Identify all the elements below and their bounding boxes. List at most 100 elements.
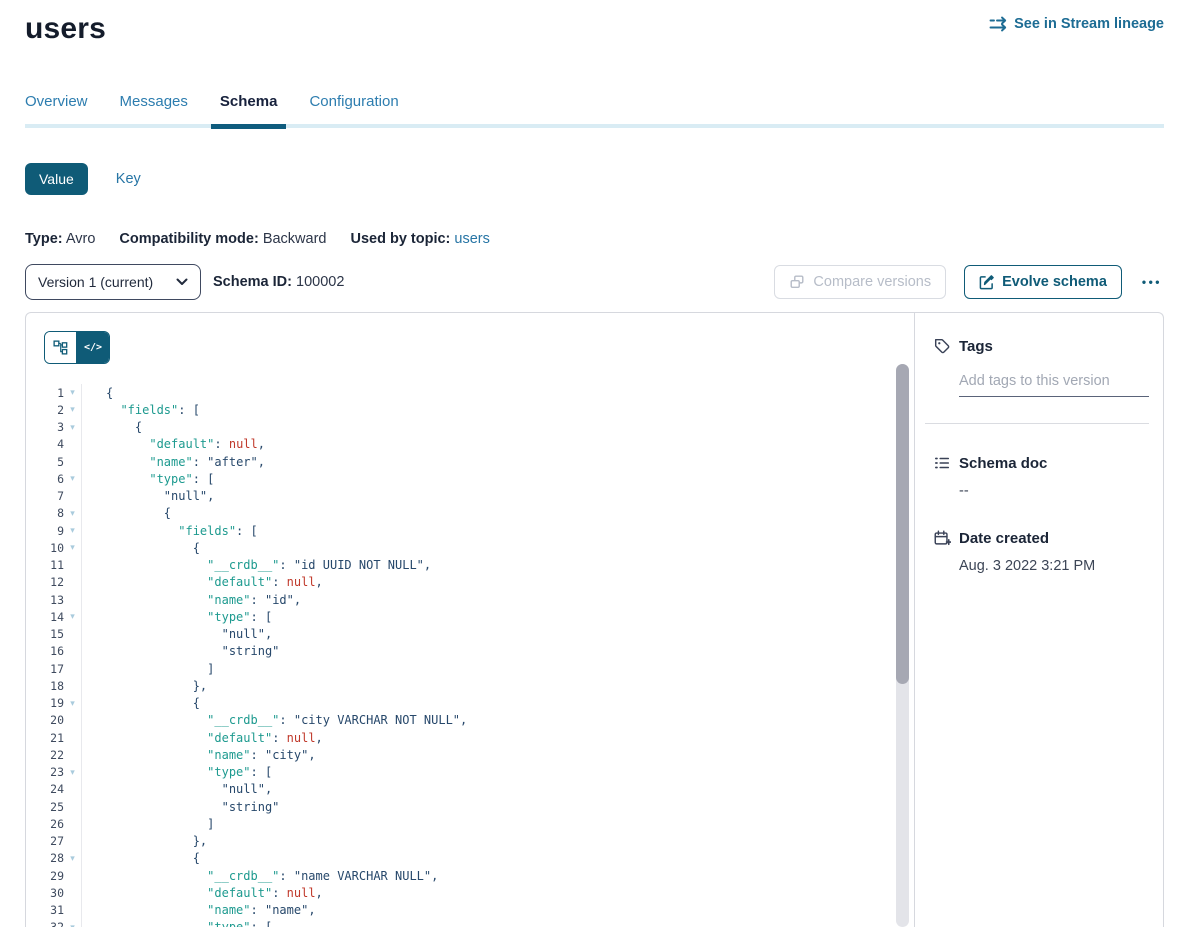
tab-schema[interactable]: Schema xyxy=(220,93,278,110)
line-number: 26 xyxy=(26,817,64,831)
fold-toggle-icon[interactable]: ▾ xyxy=(64,525,81,536)
topic-link[interactable]: users xyxy=(454,231,489,247)
code-line-row: 13 "name": "id", xyxy=(26,591,914,608)
code-line-row: 18 }, xyxy=(26,677,914,694)
schema-code-editor[interactable]: 1▾{2▾ "fields": [3▾ {4 "default": null,5… xyxy=(26,384,914,927)
code-line-text: "__crdb__": "id UUID NOT NULL", xyxy=(81,557,431,574)
line-number: 20 xyxy=(26,713,64,727)
line-number: 8 xyxy=(26,506,64,520)
version-actions: Compare versions Evolve schema ••• xyxy=(774,265,1164,299)
code-line-text: { xyxy=(81,695,200,712)
line-number: 25 xyxy=(26,800,64,814)
tree-view-button[interactable] xyxy=(45,332,77,363)
schema-id-field: Schema ID: 100002 xyxy=(213,274,344,290)
code-line-row: 26 ] xyxy=(26,815,914,832)
code-line-row: 10▾ { xyxy=(26,539,914,556)
type-field: Type: Avro xyxy=(25,231,95,247)
code-line-row: 16 "string" xyxy=(26,643,914,660)
schema-meta-row: Type: Avro Compatibility mode: Backward … xyxy=(25,231,1164,247)
date-created-value: Aug. 3 2022 3:21 PM xyxy=(959,558,1149,574)
code-view-button[interactable]: </> xyxy=(77,332,109,363)
type-value: Avro xyxy=(66,231,96,247)
date-created-heading: Date created xyxy=(959,530,1049,547)
line-number: 29 xyxy=(26,869,64,883)
fold-toggle-icon[interactable]: ▾ xyxy=(64,698,81,709)
more-options-button[interactable]: ••• xyxy=(1140,271,1164,293)
fold-toggle-icon[interactable]: ▾ xyxy=(64,542,81,553)
line-number: 6 xyxy=(26,472,64,486)
editor-view-toggle: </> xyxy=(44,331,110,364)
tab-overview[interactable]: Overview xyxy=(25,93,88,110)
tag-icon xyxy=(933,337,951,355)
evolve-schema-button[interactable]: Evolve schema xyxy=(964,265,1122,299)
fold-toggle-icon[interactable]: ▾ xyxy=(64,508,81,519)
fold-toggle-icon[interactable]: ▾ xyxy=(64,767,81,778)
line-number: 13 xyxy=(26,593,64,607)
line-number: 32 xyxy=(26,920,64,927)
line-number: 14 xyxy=(26,610,64,624)
editor-scrollbar-track[interactable] xyxy=(896,364,909,927)
editor-scrollbar-thumb[interactable] xyxy=(896,364,909,684)
value-toggle-button[interactable]: Value xyxy=(25,163,88,195)
code-line-row: 15 "null", xyxy=(26,626,914,643)
code-line-row: 1▾{ xyxy=(26,384,914,401)
version-select[interactable]: Version 1 (current) xyxy=(25,264,201,300)
code-line-text: "null", xyxy=(81,626,272,643)
fold-toggle-icon[interactable]: ▾ xyxy=(64,853,81,864)
code-line-text: "fields": [ xyxy=(81,522,258,539)
code-line-row: 17 ] xyxy=(26,660,914,677)
code-line-row: 21 "default": null, xyxy=(26,729,914,746)
fold-toggle-icon[interactable]: ▾ xyxy=(64,387,81,398)
code-line-text: "default": null, xyxy=(81,436,265,453)
tab-messages[interactable]: Messages xyxy=(120,93,188,110)
code-line-row: 14▾ "type": [ xyxy=(26,608,914,625)
compatibility-label: Compatibility mode: xyxy=(119,231,258,247)
schema-doc-heading-row: Schema doc xyxy=(933,454,1149,472)
line-number: 9 xyxy=(26,524,64,538)
fold-toggle-icon[interactable]: ▾ xyxy=(64,611,81,622)
sidebar-divider xyxy=(925,423,1149,424)
tags-heading-row: Tags xyxy=(933,337,1149,355)
code-line-row: 11 "__crdb__": "id UUID NOT NULL", xyxy=(26,557,914,574)
tab-configuration[interactable]: Configuration xyxy=(309,93,398,110)
code-line-row: 7 "null", xyxy=(26,488,914,505)
code-line-text: "__crdb__": "name VARCHAR NULL", xyxy=(81,867,438,884)
page-header: users See in Stream lineage xyxy=(25,12,1164,46)
schema-doc-heading: Schema doc xyxy=(959,455,1047,472)
line-number: 10 xyxy=(26,541,64,555)
line-number: 7 xyxy=(26,489,64,503)
code-line-text: "name": "name", xyxy=(81,902,316,919)
schema-panel: </> 1▾{2▾ "fields": [3▾ {4 "default": nu… xyxy=(25,312,1164,927)
compare-versions-icon xyxy=(789,274,805,290)
line-number: 28 xyxy=(26,851,64,865)
schema-id-label: Schema ID: xyxy=(213,274,292,290)
compare-versions-button[interactable]: Compare versions xyxy=(774,265,946,299)
tab-bar: Overview Messages Schema Configuration xyxy=(25,93,1164,128)
stream-lineage-link[interactable]: See in Stream lineage xyxy=(989,16,1164,32)
code-line-row: 22 "name": "city", xyxy=(26,746,914,763)
code-line-row: 9▾ "fields": [ xyxy=(26,522,914,539)
fold-toggle-icon[interactable]: ▾ xyxy=(64,473,81,484)
code-line-row: 20 "__crdb__": "city VARCHAR NOT NULL", xyxy=(26,712,914,729)
line-number: 1 xyxy=(26,386,64,400)
code-line-text: "type": [ xyxy=(81,764,272,781)
fold-toggle-icon[interactable]: ▾ xyxy=(64,922,81,927)
compatibility-value: Backward xyxy=(263,231,327,247)
code-line-text: "type": [ xyxy=(81,608,272,625)
code-lines: 1▾{2▾ "fields": [3▾ {4 "default": null,5… xyxy=(26,384,914,927)
code-line-text: { xyxy=(81,850,200,867)
code-line-row: 24 "null", xyxy=(26,781,914,798)
version-select-value: Version 1 (current) xyxy=(38,274,153,290)
line-number: 21 xyxy=(26,731,64,745)
line-number: 19 xyxy=(26,696,64,710)
code-line-text: ] xyxy=(81,815,214,832)
code-line-row: 5 "name": "after", xyxy=(26,453,914,470)
fold-toggle-icon[interactable]: ▾ xyxy=(64,404,81,415)
code-line-row: 28▾ { xyxy=(26,850,914,867)
add-tags-input[interactable] xyxy=(959,371,1149,397)
code-line-text: "name": "city", xyxy=(81,746,316,763)
tree-view-icon xyxy=(53,340,68,355)
fold-toggle-icon[interactable]: ▾ xyxy=(64,422,81,433)
code-line-text: { xyxy=(81,539,200,556)
key-toggle-link[interactable]: Key xyxy=(116,171,141,187)
